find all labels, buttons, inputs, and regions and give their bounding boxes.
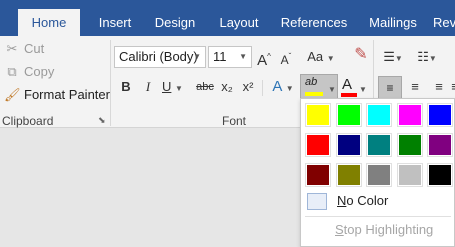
chevron-down-icon: ▼ (394, 54, 403, 63)
font-color-button[interactable]: A ▼ (340, 76, 370, 100)
bullet-list-icon: ☰ (383, 49, 395, 64)
font-group-label: Font (222, 114, 247, 128)
align-center-button[interactable]: ≡ (404, 76, 426, 98)
document-area (0, 129, 300, 247)
divider (262, 80, 263, 96)
superscript-button[interactable]: x² (239, 76, 257, 98)
copy-icon: ⧉ (7, 64, 17, 79)
highlight-swatch[interactable] (335, 103, 362, 127)
cut-label: Cut (24, 41, 45, 56)
highlight-swatch[interactable] (396, 133, 423, 157)
paintbrush-icon: 🖌 (4, 87, 21, 102)
highlight-swatch[interactable] (305, 133, 331, 157)
format-painter-label: Format Painter (24, 87, 110, 102)
tab-insert[interactable]: Insert (90, 9, 140, 36)
highlight-swatch[interactable] (366, 163, 392, 187)
stop-highlighting-option[interactable]: Stop Highlighting (335, 222, 433, 237)
align-right-icon: ≡ (435, 79, 443, 94)
tab-references[interactable]: References (274, 9, 354, 36)
subscript-button[interactable]: x₂ (218, 76, 236, 98)
copy-label: Copy (24, 64, 55, 79)
highlight-swatch[interactable] (335, 133, 362, 157)
font-color-bar (341, 93, 357, 97)
bold-button[interactable]: B (118, 76, 134, 98)
font-family-select[interactable]: Calibri (Body) ▼ (114, 46, 206, 68)
italic-button[interactable]: I (140, 76, 156, 98)
change-case-button[interactable]: Aa ▼ (306, 46, 336, 68)
highlight-swatch[interactable] (305, 103, 331, 127)
highlight-swatch[interactable] (427, 133, 453, 157)
numbering-button[interactable]: ☷▼ (412, 46, 442, 68)
chevron-down-icon: ▼ (239, 52, 247, 61)
clear-formatting-button[interactable]: ✎ (350, 44, 372, 66)
tab-mailings[interactable]: Mailings (360, 9, 426, 36)
no-color-label: No Color (337, 193, 389, 208)
chevron-down-icon: ▼ (359, 85, 367, 94)
align-left-button[interactable]: ≡ (378, 76, 402, 100)
font-family-value: Calibri (Body) (119, 49, 198, 64)
highlight-swatch[interactable] (335, 163, 362, 187)
chevron-down-icon: ▼ (328, 85, 336, 94)
text-highlight-button[interactable]: ab ▼ (300, 74, 338, 100)
no-color-swatch-icon (307, 193, 327, 210)
chevron-down-icon: ▼ (285, 84, 294, 93)
align-center-icon: ≡ (411, 79, 419, 94)
chevron-down-icon: ▼ (175, 84, 183, 93)
eraser-icon: ✎ (354, 46, 368, 63)
highlight-color-bar (305, 92, 323, 96)
highlight-swatch[interactable] (366, 133, 392, 157)
highlighter-icon: ab (305, 76, 318, 88)
group-divider (110, 40, 111, 126)
text-effects-button[interactable]: A ▼ (268, 76, 298, 98)
underline-button[interactable]: U ▼ (162, 76, 190, 98)
scissors-icon: ✂ (6, 41, 18, 56)
align-right-button[interactable]: ≡ (428, 76, 450, 98)
font-size-select[interactable]: 11 ▼ (208, 46, 252, 68)
clipboard-dialog-launcher-icon[interactable]: ⬊ (98, 115, 106, 126)
justify-button[interactable]: ≡ (450, 76, 455, 98)
tab-layout[interactable]: Layout (210, 9, 268, 36)
font-size-value: 11 (213, 49, 227, 64)
menu-divider (305, 216, 451, 217)
chevron-down-icon: ▼ (326, 54, 335, 63)
tab-home[interactable]: Home (18, 9, 80, 36)
bullets-button[interactable]: ☰▼ (378, 46, 408, 68)
highlight-swatch[interactable] (427, 163, 453, 187)
no-color-option[interactable]: No Color (305, 190, 451, 212)
copy-button[interactable]: ⧉ Copy (4, 62, 54, 82)
numbered-list-icon: ☷ (417, 49, 429, 64)
format-painter-button[interactable]: 🖌 Format Painter (4, 85, 110, 105)
highlight-swatch[interactable] (396, 163, 423, 187)
justify-icon: ≡ (451, 79, 455, 94)
clipboard-group-label: Clipboard (2, 114, 54, 128)
tab-design[interactable]: Design (146, 9, 204, 36)
highlight-color-menu: No Color Stop Highlighting (300, 98, 455, 247)
align-left-icon: ≡ (386, 81, 394, 95)
tab-review[interactable]: Rev (433, 9, 455, 36)
shrink-font-button[interactable]: Aˇ (278, 46, 294, 68)
grow-font-button[interactable]: A^ (256, 46, 272, 69)
cut-button[interactable]: ✂ Cut (4, 39, 45, 59)
highlight-swatch[interactable] (305, 163, 331, 187)
highlight-swatch[interactable] (366, 103, 392, 127)
highlight-swatch[interactable] (396, 103, 423, 127)
strikethrough-button[interactable]: abc (194, 76, 216, 98)
chevron-down-icon: ▼ (428, 54, 437, 63)
chevron-down-icon: ▼ (193, 52, 201, 61)
ribbon-tab-bar: Home Insert Design Layout References Mai… (0, 0, 455, 36)
highlight-swatch[interactable] (427, 103, 453, 127)
